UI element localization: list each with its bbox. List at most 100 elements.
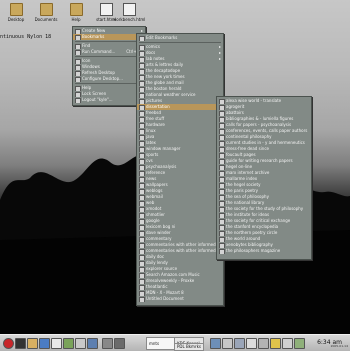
dissertation-bookmark-item-label: the stanford encyclopedia: [226, 224, 279, 229]
desktop-icon[interactable]: Documents: [30, 3, 62, 22]
main-menu-item-label: Find: [82, 43, 91, 48]
bookmark-item-label: the globe and mail: [146, 80, 184, 85]
pager-desktop-2-icon[interactable]: [114, 338, 125, 349]
desktop-icon-label: Help: [71, 17, 81, 22]
bookmark-item[interactable]: Untitled Document: [137, 296, 223, 302]
bookmark-item-label: dissertation: [146, 104, 170, 109]
dissertation-bookmark-item-label: foucault pages: [226, 152, 256, 157]
desktop-icon[interactable]: Desktop: [0, 3, 32, 22]
bookmarks-submenu: Edit Bookmarks comics ▸ docs ▸ lab notes ▸ arts…: [136, 33, 224, 306]
main-menu-item-label: Icon: [82, 58, 91, 63]
bookmark-item-label: the decaptodope: [146, 68, 181, 73]
bookmark-item-label: hardware: [146, 122, 165, 127]
desktop-icon[interactable]: Help: [60, 3, 92, 22]
bookmark-item-label: latex: [146, 140, 156, 145]
tray-monitor-icon[interactable]: [234, 338, 245, 349]
menu-item-icon: [75, 50, 81, 55]
bookmark-item-label: dave winder: [146, 230, 171, 235]
menu-item-icon: [75, 77, 81, 82]
menu-separator: [75, 56, 143, 57]
main-menu-item-label: Create New: [82, 28, 106, 33]
bookmark-folder-icon: [139, 36, 145, 41]
main-menu-item-label: Refresh Desktop: [82, 70, 115, 75]
dissertation-bookmark-item-label: the northern poetry circle: [226, 230, 278, 235]
dissertation-bookmark-item[interactable]: the philosophers magazine: [217, 248, 311, 254]
main-menu-item-label: Run Command...: [82, 49, 116, 54]
document-icon: [99, 3, 113, 16]
browser-launcher-icon[interactable]: [39, 338, 50, 349]
bookmark-item-label: daily doc: [146, 254, 165, 259]
dissertation-bookmark-item-label: the hegel society: [226, 182, 261, 187]
home-folder-icon[interactable]: [27, 338, 38, 349]
bookmark-item-label: freebsd: [146, 110, 162, 115]
main-menu-item-label: Help: [82, 85, 92, 90]
dissertation-bookmark-item-label: the society for the study of philosophy: [226, 206, 304, 211]
dissertation-bookmark-item-label: current studies in - y and hermeneutics: [226, 140, 305, 145]
tray-clipboard-icon[interactable]: [282, 338, 293, 349]
redhat-menu-icon[interactable]: [3, 338, 14, 349]
date-label: 2005-01-14: [330, 344, 348, 348]
dissertation-bookmark-item-label: marx internet archive: [226, 170, 270, 175]
terminal-launcher-icon[interactable]: [15, 338, 26, 349]
main-menu-item[interactable]: Run Command... Ctrl+F: [73, 49, 145, 55]
editor-launcher-icon[interactable]: [63, 338, 74, 349]
task-button-1[interactable]: mnts: [146, 337, 176, 350]
bookmark-item-label: national weather service: [146, 92, 196, 97]
bookmark-item-label: window manager: [146, 146, 181, 151]
bookmark-icon: [219, 249, 225, 254]
main-menu-item[interactable]: Logout "kyle"...: [73, 97, 145, 103]
desktop-main-menu: Create New▸Bookmarks▸FindRun Command...C…: [72, 26, 146, 106]
main-menu-item-label: Bookmarks: [82, 34, 105, 39]
dissertation-bookmark-item-label: abattoirs: [226, 110, 244, 115]
dissertation-bookmark-item-label: the paris poetry: [226, 188, 258, 193]
bookmark-item-label: docs: [146, 50, 156, 55]
desktop-icon[interactable]: workbench.html: [113, 3, 145, 22]
bookmark-item-label: sports: [146, 152, 159, 157]
main-menu-item-label: Logout "kyle"...: [82, 97, 113, 102]
pager-desktop-1-icon[interactable]: [102, 338, 113, 349]
calendar-launcher-icon[interactable]: [75, 338, 86, 349]
dissertation-bookmark-item-label: mallarme index: [226, 176, 258, 181]
bookmark-item-label: the boston herald: [146, 86, 182, 91]
tray-notes-icon[interactable]: [294, 338, 305, 349]
bookmark-item-label: MDN - X - Mozart 8: [146, 290, 184, 295]
bookmark-item-label: news: [146, 176, 157, 181]
tray-volume-icon[interactable]: [258, 338, 269, 349]
document-icon: [122, 3, 136, 16]
desktop-icon-label: Desktop: [7, 17, 25, 22]
desktop-icon-label: Documents: [34, 17, 58, 22]
bookmark-item-label: explorer source: [146, 266, 178, 271]
menu-separator: [75, 41, 143, 42]
folder-icon: [69, 3, 83, 16]
bookmark-item-label: commentaries with other informed: [146, 248, 216, 253]
bookmark-item-label: linux: [146, 128, 156, 133]
dissertation-bookmark-item-label: hegel on-line: [226, 164, 253, 169]
dissertation-bookmark-item-label: guide for writing research papers: [226, 158, 293, 163]
dissertation-submenu: alexa wise world - translate agrogerit aba…: [216, 96, 312, 260]
main-menu-item[interactable]: Configure Desktop...: [73, 76, 145, 82]
bookmark-item-label: commentaries with other informed: [146, 242, 216, 247]
tray-network-icon[interactable]: [210, 338, 221, 349]
tray-update-icon[interactable]: [270, 338, 281, 349]
bookmark-item-label: xmodot: [146, 206, 162, 211]
menu-item-icon: [75, 35, 81, 40]
tray-disk-icon[interactable]: [222, 338, 233, 349]
mail-launcher-icon[interactable]: [51, 338, 62, 349]
main-menu-item-label: Lock Screen: [82, 91, 107, 96]
dissertation-bookmark-item-label: dress-free dead since: [226, 146, 269, 151]
tray-printer-icon[interactable]: [246, 338, 257, 349]
bookmark-item-label: lexicom bog ni: [146, 224, 176, 229]
bookmark-item-label: lab notes: [146, 56, 165, 61]
office-launcher-icon[interactable]: [87, 338, 98, 349]
bookmark-item-label: commentary: [146, 236, 172, 241]
dissertation-bookmark-item-label: the sea of philosophy: [226, 194, 269, 199]
bookmark-item-label: cvs: [146, 158, 153, 163]
main-menu-item[interactable]: Bookmarks▸: [73, 34, 145, 40]
dissertation-bookmark-item-label: bibliographies & - lumiella figures: [226, 116, 294, 121]
bookmark-item-label: Search Amazon.com Music: [146, 272, 200, 277]
taskbar: mnts KDE Konsol PDL Bkmrks 6:34 am 2005-…: [0, 334, 350, 351]
bookmark-item-label: arts & lettres daily: [146, 62, 184, 67]
bookmark-item-label: google: [146, 218, 160, 223]
bookmark-item-label: pictures: [146, 98, 163, 103]
bookmark-item[interactable]: Edit Bookmarks: [137, 35, 223, 41]
